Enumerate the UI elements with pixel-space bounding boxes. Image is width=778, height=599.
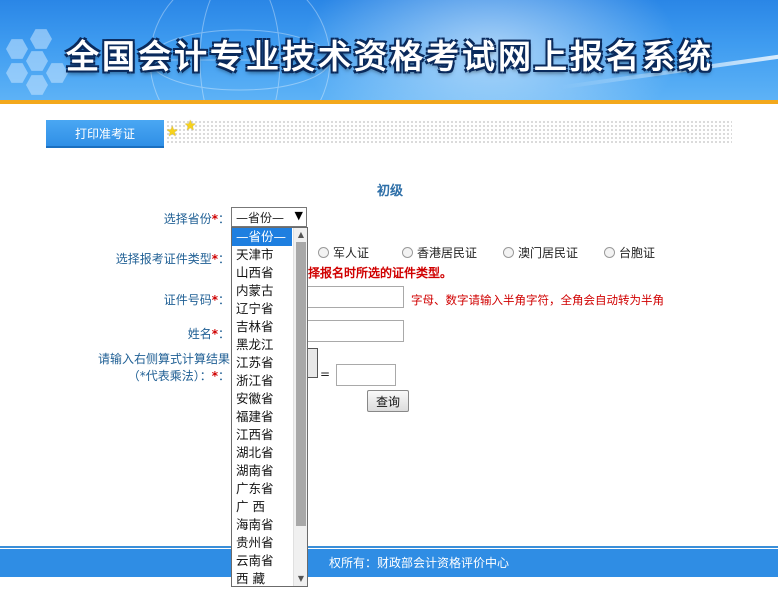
dropdown-option[interactable]: 西 藏 xyxy=(232,570,292,586)
radio-macau-resident-id[interactable]: 澳门居民证 xyxy=(503,244,578,261)
radio-label: 台胞证 xyxy=(619,246,656,260)
radio-hongkong-resident-id[interactable]: 香港居民证 xyxy=(402,244,477,261)
province-selected-value: —省份— xyxy=(236,210,285,225)
id-number-input[interactable] xyxy=(304,286,404,308)
dropdown-option[interactable]: 江苏省 xyxy=(232,354,292,372)
equals-sign: = xyxy=(320,367,331,381)
dropdown-option[interactable]: 辽宁省 xyxy=(232,300,292,318)
dotted-pattern xyxy=(166,120,732,144)
exam-level-title: 初级 xyxy=(376,184,403,199)
star-icon: ★ xyxy=(166,124,179,140)
id-number-hint: 字母、数字请输入半角字符，全角会自动转为半角 xyxy=(411,293,664,307)
id-number-label: 证件号码*： xyxy=(140,291,230,308)
dropdown-option[interactable]: 湖南省 xyxy=(232,462,292,480)
province-label-text: 选择省份 xyxy=(163,212,212,226)
dropdown-option[interactable]: 天津市 xyxy=(232,246,292,264)
tab-bar: 打印准考证 ★ ★ xyxy=(46,118,732,148)
province-dropdown-list[interactable]: —省份— 天津市 山西省 内蒙古 辽宁省 吉林省 黑龙江 江苏省 浙江省 安徽省 福建省 江西省 湖北省… xyxy=(231,227,308,587)
dropdown-arrow-icon: ▼ xyxy=(294,209,303,222)
colon: ： xyxy=(217,293,230,307)
id-type-warning: 择报名时所选的证件类型。 xyxy=(308,266,453,280)
hexagon-decoration xyxy=(6,39,28,59)
dropdown-scrollbar[interactable]: ▲ ▼ xyxy=(293,228,307,586)
colon: ： xyxy=(217,327,230,341)
radio-label: 香港居民证 xyxy=(417,246,478,260)
hexagon-decoration xyxy=(30,29,52,49)
hexagon-decoration xyxy=(26,51,48,71)
dropdown-option[interactable]: 吉林省 xyxy=(232,318,292,336)
scrollbar-thumb[interactable] xyxy=(296,242,306,526)
dropdown-option[interactable]: 黑龙江 xyxy=(232,336,292,354)
dropdown-option[interactable]: 浙江省 xyxy=(232,372,292,390)
header-banner: 全国会计专业技术资格考试网上报名系统 xyxy=(0,0,778,100)
name-input[interactable] xyxy=(304,320,404,342)
id-type-label: 选择报考证件类型*： xyxy=(100,250,230,267)
radio-circle-icon xyxy=(318,247,329,258)
id-number-label-text: 证件号码 xyxy=(163,293,212,307)
radio-label: 澳门居民证 xyxy=(518,246,579,260)
radio-circle-icon xyxy=(604,247,615,258)
captcha-label-line1: 请输入右侧算式计算结果 xyxy=(97,352,230,366)
dropdown-option[interactable]: 福建省 xyxy=(232,408,292,426)
dropdown-option[interactable]: 广 西 xyxy=(232,498,292,516)
radio-circle-icon xyxy=(402,247,413,258)
dropdown-option[interactable]: 贵州省 xyxy=(232,534,292,552)
captcha-answer-input[interactable] xyxy=(336,364,396,386)
province-label: 选择省份*： xyxy=(140,210,230,227)
dropdown-option[interactable]: 云南省 xyxy=(232,552,292,570)
radio-circle-icon xyxy=(503,247,514,258)
page: 全国会计专业技术资格考试网上报名系统 打印准考证 ★ ★ 初级 选择省份*： —… xyxy=(0,0,778,599)
footer: 权所有：财政部会计资格评价中心 xyxy=(0,549,778,577)
hexagon-decoration xyxy=(26,75,48,95)
dropdown-option[interactable]: 安徽省 xyxy=(232,390,292,408)
radio-military-id[interactable]: 军人证 xyxy=(318,244,369,261)
tab-print-admission-ticket[interactable]: 打印准考证 xyxy=(46,120,164,148)
star-icon: ★ xyxy=(184,118,197,134)
hexagon-decoration xyxy=(6,63,28,83)
colon: ： xyxy=(217,369,230,383)
name-label-text: 姓名 xyxy=(187,327,212,341)
id-type-label-text: 选择报考证件类型 xyxy=(115,252,212,266)
banner-accent-line xyxy=(0,100,778,104)
scroll-up-arrow-icon[interactable]: ▲ xyxy=(294,228,307,242)
dropdown-option[interactable]: 广东省 xyxy=(232,480,292,498)
dropdown-option[interactable]: 湖北省 xyxy=(232,444,292,462)
colon: ： xyxy=(217,212,230,226)
query-button[interactable]: 查询 xyxy=(367,390,409,412)
province-select[interactable]: —省份— ▼ xyxy=(231,207,307,227)
radio-label: 军人证 xyxy=(333,246,370,260)
colon: ： xyxy=(217,252,230,266)
footer-divider xyxy=(0,546,778,548)
dropdown-option[interactable]: —省份— xyxy=(232,228,292,246)
dropdown-option[interactable]: 海南省 xyxy=(232,516,292,534)
captcha-label: 请输入右侧算式计算结果 （*代表乘法）：*： xyxy=(80,351,230,385)
captcha-label-line2: （*代表乘法）： xyxy=(127,369,212,383)
name-label: 姓名*： xyxy=(140,325,230,342)
dropdown-option[interactable]: 内蒙古 xyxy=(232,282,292,300)
dropdown-option[interactable]: 山西省 xyxy=(232,264,292,282)
radio-taiwan-compatriot-id[interactable]: 台胞证 xyxy=(604,244,655,261)
banner-title: 全国会计专业技术资格考试网上报名系统 xyxy=(66,37,714,76)
dropdown-option[interactable]: 江西省 xyxy=(232,426,292,444)
scroll-down-arrow-icon[interactable]: ▼ xyxy=(294,572,307,586)
